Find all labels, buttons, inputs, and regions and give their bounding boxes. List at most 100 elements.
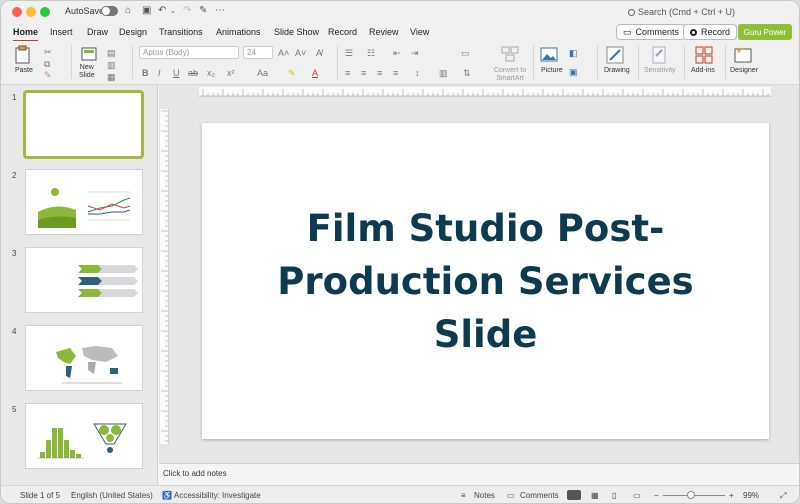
guru-power-button[interactable]: Guru Power: [738, 24, 792, 40]
clear-format-icon[interactable]: A̸: [316, 48, 322, 58]
drawing-icon[interactable]: [606, 46, 624, 64]
copy-icon[interactable]: ⧉: [44, 59, 50, 69]
font-size-field[interactable]: 24: [243, 46, 273, 59]
slide-count: Slide 1 of 5: [20, 491, 61, 500]
title-bar: AutoSave ⌂ ▣ ↶ ⌄ ↷ ✎ ⋯ Search (Cmd + Ctr…: [1, 1, 799, 23]
comments-status-button[interactable]: Comments: [520, 491, 559, 500]
horizontal-ruler[interactable]: [199, 87, 771, 97]
italic-button[interactable]: I: [158, 68, 161, 78]
redo-icon[interactable]: ↷: [183, 5, 191, 16]
undo-dropdown-icon[interactable]: ⌄: [170, 7, 176, 15]
align-center-icon[interactable]: ≡: [361, 68, 366, 78]
subscript-button[interactable]: x₂: [207, 68, 215, 78]
reading-view-icon[interactable]: ▯: [612, 491, 616, 500]
columns-icon[interactable]: ▥: [439, 68, 448, 78]
designer-label: Designer: [730, 67, 759, 74]
layout-icon[interactable]: ▤: [107, 48, 116, 58]
tab-draw[interactable]: Draw: [87, 27, 108, 37]
designer-icon[interactable]: [734, 46, 752, 64]
notes-button[interactable]: Notes: [474, 491, 495, 500]
bullets-icon[interactable]: ☰: [345, 48, 353, 58]
superscript-button[interactable]: x²: [227, 68, 235, 78]
current-slide[interactable]: Film Studio Post-Production Services Sli…: [202, 123, 769, 439]
sensitivity-icon[interactable]: [651, 46, 667, 64]
change-case-button[interactable]: Aa: [257, 68, 268, 78]
slideshow-view-icon[interactable]: ▭: [633, 491, 641, 500]
align-text-icon[interactable]: ▭: [461, 48, 470, 58]
comments-button[interactable]: ▭ Comments: [616, 24, 687, 40]
thumbnail-number: 5: [12, 405, 17, 414]
fit-to-window-icon[interactable]: ⤢: [780, 491, 786, 501]
zoom-window-button[interactable]: [40, 7, 50, 17]
minimize-window-button[interactable]: [26, 7, 36, 17]
text-direction-icon[interactable]: ⇅: [463, 68, 471, 78]
underline-button[interactable]: U: [173, 68, 180, 78]
zoom-out-icon[interactable]: −: [654, 491, 659, 500]
tab-home[interactable]: Home: [13, 27, 39, 42]
record-label: Record: [701, 27, 731, 37]
cut-icon[interactable]: ✂: [44, 47, 52, 57]
new-slide-icon[interactable]: [81, 47, 97, 62]
picture-icon[interactable]: [540, 47, 558, 62]
tab-review[interactable]: Review: [369, 27, 399, 37]
justify-icon[interactable]: ≡: [393, 68, 398, 78]
highlight-icon[interactable]: ✎: [288, 68, 296, 78]
strikethrough-button[interactable]: ab: [188, 68, 198, 78]
save-icon[interactable]: ▣: [142, 5, 151, 16]
record-button[interactable]: Record: [683, 24, 738, 40]
grow-font-icon[interactable]: A˄: [278, 48, 289, 58]
tab-view[interactable]: View: [410, 27, 429, 37]
slide-thumbnail-2[interactable]: [25, 169, 143, 235]
slide-thumbnail-3[interactable]: [25, 247, 143, 313]
search-box[interactable]: Search (Cmd + Ctrl + U): [628, 7, 735, 17]
zoom-slider-handle[interactable]: [687, 491, 695, 499]
line-spacing-icon[interactable]: ↕: [415, 68, 420, 78]
tab-insert[interactable]: Insert: [50, 27, 73, 37]
bold-button[interactable]: B: [142, 68, 149, 78]
font-color-icon[interactable]: A: [312, 68, 318, 78]
tab-slide-show[interactable]: Slide Show: [274, 27, 319, 37]
font-name-field[interactable]: Aptos (Body): [139, 46, 239, 59]
shapes-icon[interactable]: ◧: [569, 48, 578, 58]
normal-view-icon[interactable]: [567, 490, 581, 500]
format-painter-icon[interactable]: ✎: [44, 70, 52, 80]
tab-record[interactable]: Record: [328, 27, 357, 37]
zoom-in-icon[interactable]: +: [729, 491, 734, 500]
customize-icon[interactable]: ✎: [199, 5, 207, 16]
undo-icon[interactable]: ↶: [158, 5, 166, 16]
increase-indent-icon[interactable]: ⇥: [411, 48, 419, 58]
slide-thumbnail-4[interactable]: [25, 325, 143, 391]
close-window-button[interactable]: [12, 7, 22, 17]
notes-pane[interactable]: Click to add notes: [159, 463, 799, 485]
autosave-toggle[interactable]: [101, 6, 118, 16]
align-right-icon[interactable]: ≡: [377, 68, 382, 78]
shrink-font-icon[interactable]: A˅: [295, 48, 306, 58]
slide-sorter-icon[interactable]: ▦: [591, 491, 599, 500]
decrease-indent-icon[interactable]: ⇤: [393, 48, 401, 58]
slide-thumbnail-5[interactable]: [25, 403, 143, 469]
smartart-icon[interactable]: [501, 46, 519, 62]
thumbnail-2-graphic: [38, 188, 131, 228]
tab-design[interactable]: Design: [119, 27, 147, 37]
addins-icon[interactable]: [695, 46, 713, 64]
vertical-ruler[interactable]: [160, 109, 169, 444]
slide-thumbnail-1[interactable]: [23, 90, 144, 159]
slide-title[interactable]: Film Studio Post-Production Services Sli…: [251, 202, 721, 361]
record-icon: [690, 28, 697, 36]
tab-animations[interactable]: Animations: [216, 27, 261, 37]
reset-icon[interactable]: ▥: [107, 60, 116, 70]
more-icon[interactable]: ⋯: [215, 5, 225, 16]
zoom-level[interactable]: 99%: [743, 491, 759, 500]
paste-icon[interactable]: [14, 45, 32, 65]
picture-label: Picture: [541, 67, 563, 74]
section-icon[interactable]: ▦: [107, 72, 116, 82]
home-icon[interactable]: ⌂: [125, 5, 131, 16]
language[interactable]: English (United States): [71, 491, 153, 500]
accessibility-status[interactable]: Accessibility: Investigate: [174, 491, 261, 500]
app-window: AutoSave ⌂ ▣ ↶ ⌄ ↷ ✎ ⋯ Search (Cmd + Ctr…: [0, 0, 800, 504]
numbering-icon[interactable]: ☷: [367, 48, 375, 58]
textbox-icon[interactable]: ▣: [569, 67, 578, 77]
thumbnail-number: 2: [12, 171, 17, 180]
tab-transitions[interactable]: Transitions: [159, 27, 203, 37]
align-left-icon[interactable]: ≡: [345, 68, 350, 78]
